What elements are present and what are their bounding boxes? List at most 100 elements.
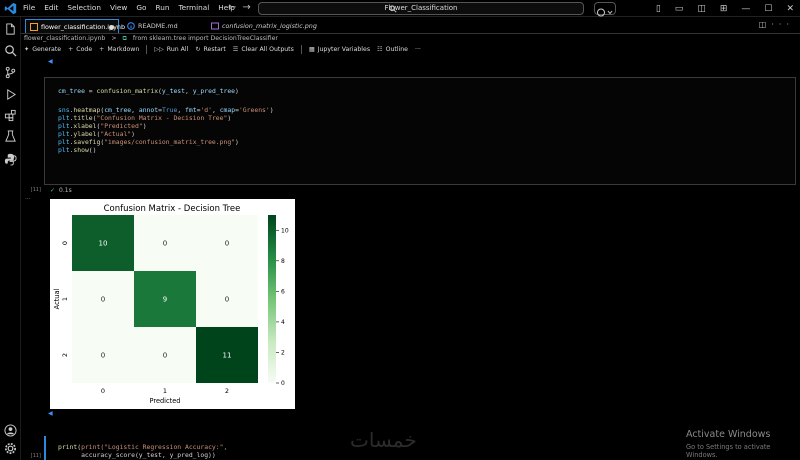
modified-dot-icon xyxy=(109,25,114,30)
confusion-matrix-chart: Confusion Matrix - Decision Tree 10 0 0 0 9 0… xyxy=(53,204,289,405)
output-menu-icon[interactable]: ··· xyxy=(25,196,31,203)
back-arrow-icon[interactable]: ← xyxy=(228,2,242,13)
toolbar-divider xyxy=(146,45,148,54)
menu-bar: File Edit Selection View Go Run Terminal… xyxy=(23,3,244,12)
extensions-icon[interactable] xyxy=(4,109,17,122)
search-sidebar-icon[interactable] xyxy=(4,44,17,57)
testing-icon[interactable] xyxy=(4,130,17,143)
image-file-icon xyxy=(211,22,219,30)
explorer-icon[interactable] xyxy=(4,23,17,36)
jupyter-variables-label: Jupyter Variables xyxy=(317,46,371,53)
split-editor-icon[interactable]: ◫ xyxy=(759,20,772,29)
next-cell-bar xyxy=(44,436,46,460)
y-tick-label: 1 xyxy=(61,297,69,301)
chart-title: Confusion Matrix - Decision Tree xyxy=(104,204,241,214)
x-tick-label: 0 xyxy=(101,387,105,395)
execution-count: [11] xyxy=(30,188,42,193)
customize-layout-icon[interactable]: ⊞ xyxy=(720,4,728,14)
tab-confusion-matrix-logistic[interactable]: confusion_matrix_logistic.png xyxy=(207,19,347,33)
more-actions-icon[interactable]: ··· xyxy=(771,20,794,29)
more-toolbar-button[interactable]: ··· xyxy=(415,46,421,53)
code-label: Code xyxy=(76,46,93,53)
menu-terminal[interactable]: Terminal xyxy=(178,3,214,12)
title-bar: File Edit Selection View Go Run Terminal… xyxy=(0,0,800,17)
heatmap-annotation: 0 xyxy=(101,352,105,360)
plus-icon: + xyxy=(68,46,74,53)
copilot-button[interactable] xyxy=(594,2,616,17)
code-line-1: cm_tree = confusion_matrix(y_test, y_pre… xyxy=(58,87,239,95)
run-debug-icon[interactable] xyxy=(4,88,17,101)
breadcrumb-symbol[interactable]: from sklearn.tree import DecisionTreeCla… xyxy=(133,35,278,42)
colorbar-tick-label: 10 xyxy=(281,227,289,234)
variables-icon: ▦ xyxy=(308,46,315,53)
restart-label: Restart xyxy=(203,46,226,53)
account-icon[interactable] xyxy=(4,424,17,437)
colorbar-tick-label: 8 xyxy=(281,258,285,265)
generate-label: Generate xyxy=(32,46,62,53)
run-all-button[interactable]: ▷▷ Run All xyxy=(154,46,188,53)
maximize-icon[interactable]: ☐ xyxy=(764,4,772,14)
layout-icon[interactable]: ▯ xyxy=(656,4,661,14)
breadcrumb-symbol-icon: ⧉ xyxy=(122,35,127,42)
watermark-logo: خمسات xyxy=(350,428,417,452)
vscode-logo-icon xyxy=(4,2,17,15)
menu-selection[interactable]: Selection xyxy=(67,3,106,12)
y-axis-label: Actual xyxy=(53,289,61,310)
add-code-button[interactable]: + Code xyxy=(68,46,92,53)
colorbar xyxy=(268,215,276,383)
nav-arrows: ←→ xyxy=(228,2,257,13)
tab-actions: ◫··· xyxy=(759,20,794,29)
run-all-icon: ▷▷ xyxy=(154,46,164,53)
menu-file[interactable]: File xyxy=(23,3,40,12)
notebook-file-icon xyxy=(30,23,38,31)
menu-view[interactable]: View xyxy=(110,3,132,12)
command-center-search[interactable]: Flower_Classification xyxy=(258,2,584,15)
x-tick-label: 2 xyxy=(225,387,229,395)
markdown-label: Markdown xyxy=(107,46,140,53)
forward-arrow-icon[interactable]: → xyxy=(242,2,256,13)
settings-gear-icon[interactable] xyxy=(4,442,17,455)
colorbar-tick-label: 2 xyxy=(281,350,285,357)
run-all-label: Run All xyxy=(166,46,189,53)
clear-all-label: Clear All Outputs xyxy=(241,46,294,53)
x-axis-label: Predicted xyxy=(150,397,181,405)
heatmap-annotation: 11 xyxy=(223,352,232,360)
collapse-output-arrow-icon[interactable]: ◀ xyxy=(48,58,53,65)
source-control-icon[interactable] xyxy=(4,66,17,79)
menu-run[interactable]: Run xyxy=(155,3,174,12)
success-check-icon: ✓ xyxy=(50,187,56,194)
clear-all-icon: ☰ xyxy=(232,46,239,53)
colorbar-tick-label: 4 xyxy=(281,319,285,326)
python-icon[interactable] xyxy=(4,153,17,166)
outline-label: Outline xyxy=(385,46,408,53)
generate-button[interactable]: ✦ Generate xyxy=(24,46,61,53)
window-controls: ▯ ▭ ◫ ⊞ — ☐ ✕ xyxy=(642,0,800,17)
tab-flower-classification[interactable]: flower_classification.ipynb xyxy=(25,19,125,33)
next-code-text-1: print("Logistic Regression Accuracy:", xyxy=(81,443,228,451)
output-image: Confusion Matrix - Decision Tree 10 0 0 0 9 0… xyxy=(50,199,295,409)
next-code-line-2: accuracy_score(y_test, y_pred_log)) xyxy=(58,451,216,460)
toolbar-divider xyxy=(300,45,302,54)
clear-all-outputs-button[interactable]: ☰ Clear All Outputs xyxy=(233,46,294,53)
outline-button[interactable]: ☷ Outline xyxy=(377,46,408,53)
colorbar-tick-label: 6 xyxy=(281,289,285,296)
x-tick-label: 1 xyxy=(163,387,167,395)
jupyter-variables-button[interactable]: ▦ Jupyter Variables xyxy=(309,46,370,53)
panel-icon[interactable]: ▭ xyxy=(675,4,684,14)
restart-button[interactable]: ↻ Restart xyxy=(195,46,225,53)
breadcrumb-file[interactable]: flower_classification.ipynb xyxy=(24,35,105,42)
tab-readme[interactable]: README.md xyxy=(123,19,209,33)
notebook-toolbar: ✦ Generate + Code + Markdown ▷▷ Run All ↻ Res… xyxy=(24,44,428,55)
close-icon[interactable]: ✕ xyxy=(786,4,794,14)
activity-bar xyxy=(0,17,21,460)
split-icon[interactable]: ◫ xyxy=(697,4,706,14)
menu-edit[interactable]: Edit xyxy=(44,3,63,12)
cell-status: ✓ 0.1s xyxy=(50,187,72,194)
minimize-icon[interactable]: — xyxy=(741,4,750,14)
colorbar-tick-label: 0 xyxy=(281,380,285,387)
heatmap-annotation: 9 xyxy=(163,296,167,304)
heatmap-annotation: 0 xyxy=(101,296,105,304)
menu-go[interactable]: Go xyxy=(136,3,151,12)
add-markdown-button[interactable]: + Markdown xyxy=(99,46,139,53)
collapse-output-arrow-icon[interactable]: ◀ xyxy=(48,410,53,417)
